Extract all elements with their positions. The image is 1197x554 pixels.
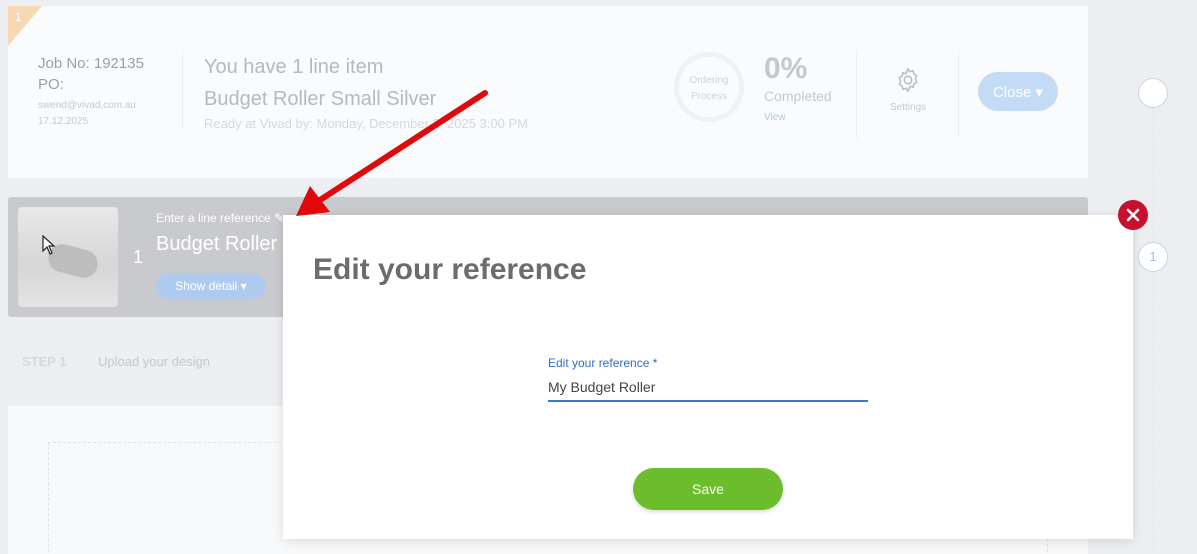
divider bbox=[958, 50, 959, 138]
job-badge-number: 1 bbox=[15, 10, 22, 24]
line-reference-label[interactable]: Enter a line reference ✎ bbox=[156, 211, 284, 225]
job-badge: 1 bbox=[8, 6, 42, 46]
line-item-title: Budget Roller bbox=[156, 233, 278, 255]
step-text: Upload your design bbox=[98, 354, 211, 369]
show-detail-label: Show detail bbox=[175, 279, 238, 293]
line-item-number: 1 bbox=[133, 247, 144, 267]
gear-icon[interactable] bbox=[894, 66, 922, 94]
product-thumbnail[interactable] bbox=[18, 207, 118, 307]
reference-field-label: Edit your reference * bbox=[548, 356, 658, 370]
job-card: 1 Job No: 192135 PO: swend@vivad.com.au … bbox=[8, 6, 1088, 178]
mouse-cursor-icon bbox=[42, 235, 56, 255]
timeline-line bbox=[1153, 108, 1154, 548]
caret-down-icon: ▾ bbox=[1035, 83, 1044, 101]
completed-label: Completed bbox=[764, 88, 832, 104]
timeline-node-label: 1 bbox=[1149, 249, 1157, 264]
close-button-label: Close bbox=[992, 83, 1032, 101]
job-number: Job No: 192135 bbox=[38, 55, 144, 72]
progress-percent: 0% bbox=[764, 52, 808, 85]
settings-label: Settings bbox=[890, 102, 927, 113]
annotation-arrow-icon bbox=[296, 90, 488, 216]
edit-reference-modal: Edit your reference Edit your reference … bbox=[283, 215, 1133, 539]
ordering-process-ring[interactable]: Ordering Process bbox=[674, 52, 744, 122]
timeline-node-2[interactable]: 1 bbox=[1138, 242, 1168, 272]
modal-close-button[interactable] bbox=[1118, 200, 1148, 230]
show-detail-button[interactable]: Show detail ▾ bbox=[156, 273, 266, 299]
timeline-node-1[interactable] bbox=[1138, 78, 1168, 108]
caret-down-icon: ▾ bbox=[240, 279, 247, 293]
divider bbox=[182, 50, 183, 130]
line-count: You have 1 line item bbox=[204, 56, 384, 78]
reference-input[interactable] bbox=[548, 373, 868, 402]
step-label: STEP 1 bbox=[22, 354, 67, 369]
close-button[interactable]: Close ▾ bbox=[978, 72, 1058, 111]
line-reference-text: Enter a line reference bbox=[156, 211, 271, 225]
view-link[interactable]: View bbox=[764, 112, 786, 123]
modal-title: Edit your reference bbox=[313, 253, 587, 286]
job-email: swend@vivad.com.au bbox=[38, 100, 136, 111]
close-icon bbox=[1126, 208, 1140, 222]
job-date: 17.12.2025 bbox=[38, 116, 89, 127]
ordering-process-label: Ordering Process bbox=[689, 75, 729, 102]
job-po: PO: bbox=[38, 76, 64, 93]
divider bbox=[856, 50, 857, 138]
save-button[interactable]: Save bbox=[633, 468, 783, 510]
